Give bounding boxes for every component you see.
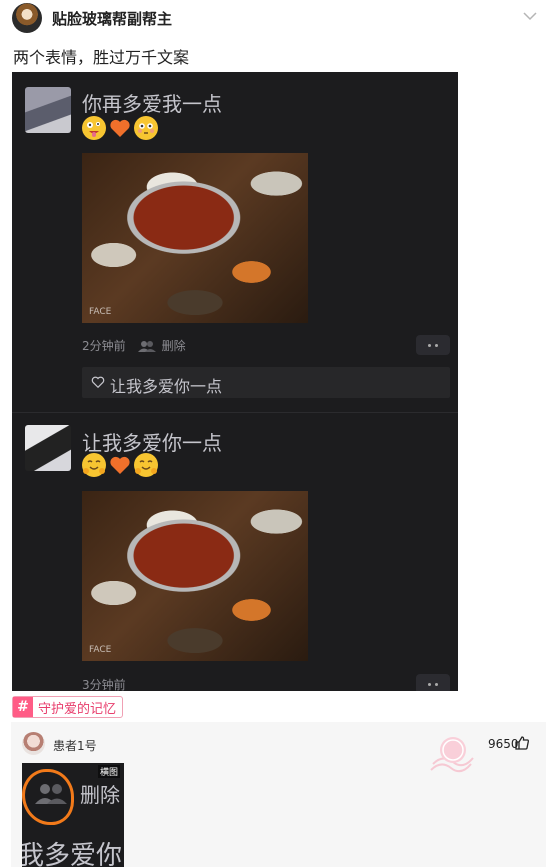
photo-watermark: FACE	[89, 307, 112, 317]
more-options-button[interactable]	[416, 335, 450, 355]
moment-post: 你再多爱我一点 FACE 2分钟前 删除 让我多爱你一点	[12, 72, 458, 412]
orange-heart-icon	[108, 453, 132, 477]
hugging-face-icon	[82, 453, 106, 477]
hashtag-icon: #	[13, 697, 33, 717]
orange-heart-icon	[108, 116, 132, 140]
photo-watermark: FACE	[89, 645, 112, 655]
topic-label: 守护爱的记忆	[38, 701, 117, 717]
chevron-down-icon[interactable]	[522, 8, 538, 24]
flushed-face-icon	[134, 116, 158, 140]
avatar	[25, 425, 71, 471]
like-box: 让我多爱你一点	[82, 367, 450, 398]
moment-post: 让我多爱你一点 FACE	[12, 413, 458, 691]
image-type-badge: 横图	[97, 765, 120, 778]
people-icon	[137, 340, 156, 352]
highlight-circle	[22, 769, 74, 825]
avatar	[25, 87, 71, 133]
post-caption: 两个表情，胜过万千文案	[13, 48, 190, 67]
delete-link[interactable]: 删除	[162, 337, 186, 354]
more-options-button[interactable]	[416, 674, 450, 691]
moment-text: 你再多爱我一点	[82, 92, 222, 116]
embedded-screenshot[interactable]: 你再多爱我一点 FACE 2分钟前 删除 让我多爱你一点 让我多爱你一点 FAC…	[12, 72, 458, 691]
emoji-row	[82, 116, 158, 142]
god-comment-stamp-icon	[430, 737, 474, 773]
hotpot-photo[interactable]: FACE	[82, 153, 308, 323]
topic-tag[interactable]: # 守护爱的记忆	[12, 696, 124, 718]
author-name[interactable]: 贴脸玻璃帮副帮主	[52, 8, 172, 29]
thumbs-up-icon[interactable]	[514, 735, 530, 751]
image-caption-text: 我多爱你	[22, 841, 123, 867]
emoji-row	[82, 453, 158, 479]
post-time: 2分钟前	[82, 339, 126, 353]
commenter-name[interactable]: 患者1号	[53, 737, 97, 754]
like-text: 让我多爱你一点	[110, 377, 223, 396]
post-meta: 3分钟前	[82, 676, 126, 691]
post-meta: 2分钟前 删除	[82, 337, 186, 354]
hot-comment: 患者1号 9650 横图 删除 我多爱你	[11, 722, 546, 867]
heart-outline-icon	[91, 376, 105, 389]
zany-face-icon	[82, 116, 106, 140]
commenter-avatar[interactable]	[22, 732, 45, 755]
comment-image[interactable]: 横图 删除 我多爱你	[22, 763, 124, 867]
moment-text: 让我多爱你一点	[82, 431, 222, 455]
author-avatar[interactable]	[12, 3, 42, 33]
hugging-face-icon	[134, 453, 158, 477]
image-delete-text: 删除	[80, 783, 120, 807]
hotpot-photo[interactable]: FACE	[82, 491, 308, 661]
post-header: 贴脸玻璃帮副帮主	[0, 0, 556, 36]
post-time: 3分钟前	[82, 678, 126, 691]
